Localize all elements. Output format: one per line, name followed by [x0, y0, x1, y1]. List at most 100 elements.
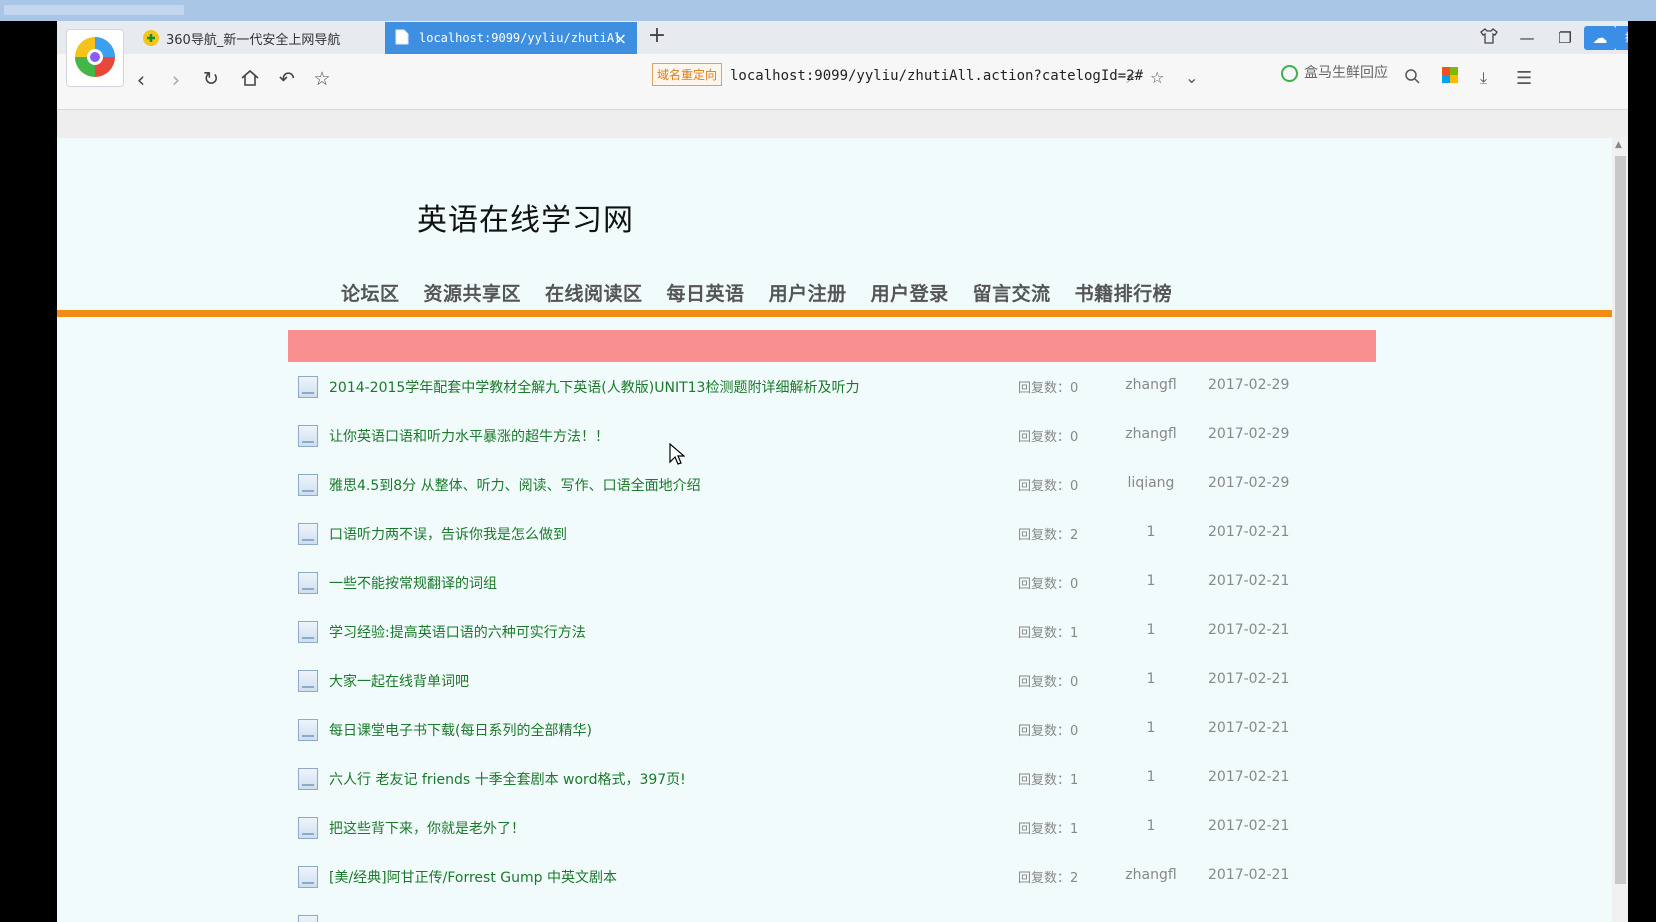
topic-title-link[interactable]: 大家一起在线背单词吧 — [329, 671, 469, 691]
tab-localhost[interactable]: localhost:9099/yyliu/zhutiAl × — [385, 22, 637, 54]
tab-bar: 360导航_新一代安全上网导航 × localhost:9099/yyliu/z… — [57, 21, 1628, 54]
window-controls: — ❐ ☁ 拖拽 — [1470, 21, 1628, 54]
topic-date: 2017-02-29 — [1208, 475, 1290, 491]
topic-date: 2017-02-21 — [1208, 720, 1290, 736]
browser-window: 360导航_新一代安全上网导航 × localhost:9099/yyliu/z… — [57, 21, 1628, 922]
cloud-sync-icon[interactable]: ☁ — [1584, 25, 1616, 50]
url-input[interactable] — [728, 62, 1292, 90]
topic-title-link[interactable]: 雅思4.5到8分 从整体、听力、阅读、写作、口语全面地介绍 — [329, 475, 701, 495]
bookmark-star-icon[interactable]: ☆ — [1150, 68, 1164, 87]
topic-row: 口语听力两不误，告诉你我是怎么做到 回复数：2 1 2017-02-21 — [288, 509, 1376, 558]
main-nav: 论坛区 资源共享区 在线阅读区 每日英语 用户注册 用户登录 留言交流 书籍排行… — [341, 279, 1196, 306]
url-box: 域名重定向 — [352, 57, 1292, 91]
topic-author: 1 — [1146, 573, 1156, 589]
menu-icon[interactable]: ☰ — [1516, 68, 1532, 89]
topic-row: 大家一起在线背单词吧 回复数：0 1 2017-02-21 — [288, 656, 1376, 705]
topic-title-link[interactable]: 学习经验:提高英语口语的六种可实行方法 — [329, 622, 586, 642]
topic-author: zhangfl — [1125, 377, 1177, 393]
page-content: 英语在线学习网 论坛区 资源共享区 在线阅读区 每日英语 用户注册 用户登录 留… — [57, 138, 1612, 922]
desktop-left-edge — [0, 21, 57, 922]
page-favicon-icon — [395, 29, 413, 47]
topic-author: 1 — [1146, 720, 1156, 736]
topic-row: [美/经典]阿甘正传/Forrest Gump 中英文剧本 回复数：2 zhangf… — [288, 852, 1376, 901]
reply-count: 回复数：2 — [1018, 528, 1079, 543]
undo-close-icon[interactable]: ↶ — [274, 68, 300, 90]
download-icon[interactable]: ⤓ — [1480, 68, 1487, 88]
lightning-icon[interactable]: ⚡ — [1125, 68, 1136, 87]
home-icon[interactable] — [237, 68, 263, 93]
nav-forum[interactable]: 论坛区 — [341, 279, 400, 306]
document-icon — [298, 719, 318, 741]
redirect-badge[interactable]: 域名重定向 — [652, 63, 723, 86]
topic-title-link[interactable]: [美/经典]阿甘正传/Forrest Gump 中英文剧本 — [329, 867, 617, 887]
document-icon — [298, 474, 318, 496]
topic-title-link[interactable]: 每日课堂电子书下载(每日系列的全部精华) — [329, 720, 592, 740]
minimize-icon[interactable]: — — [1508, 29, 1546, 47]
topic-author: 1 — [1146, 818, 1156, 834]
reply-count: 回复数：0 — [1018, 675, 1079, 690]
topic-row: 雅思4.5到8分 从整体、听力、阅读、写作、口语全面地介绍 回复数：0 liqian… — [288, 460, 1376, 509]
desktop-right-edge — [1628, 54, 1656, 922]
reload-icon[interactable]: ↻ — [198, 68, 224, 90]
page-scrollbar[interactable]: ▲ — [1612, 138, 1628, 922]
topic-title-link[interactable]: 把这些背下来，你就是老外了！ — [329, 818, 525, 838]
host-title-blur — [4, 5, 184, 15]
topic-title-link[interactable]: 六人行 老友记 friends 十季全套剧本 word格式，397页! — [329, 769, 686, 789]
scrollbar-thumb[interactable] — [1615, 156, 1626, 884]
reply-count: 回复数：1 — [1018, 822, 1079, 837]
reply-count: 回复数：1 — [1018, 773, 1079, 788]
shirt-skin-icon[interactable] — [1470, 27, 1508, 48]
topic-row: 学习经验:提高英语口语的六种可实行方法 回复数：1 1 2017-02-21 — [288, 607, 1376, 656]
search-engine-icon — [1281, 64, 1298, 82]
document-icon — [298, 621, 318, 643]
search-placeholder: 盒马生鲜回应 — [1304, 65, 1388, 81]
topic-title-link[interactable]: 一些不能按常规翻译的词组 — [329, 573, 497, 593]
reply-count: 回复数：0 — [1018, 479, 1079, 494]
topic-title-link[interactable]: 口语听力两不误，告诉你我是怎么做到 — [329, 524, 567, 544]
reply-count: 回复数：0 — [1018, 430, 1079, 445]
bookmark-bar — [57, 110, 1628, 139]
nav-resource-sharing[interactable]: 资源共享区 — [424, 279, 522, 306]
topic-author: liqiang — [1127, 475, 1175, 491]
restore-icon[interactable]: ❐ — [1546, 29, 1584, 47]
tab-title: 360导航_新一代安全上网导航 — [166, 32, 341, 48]
360-browser-logo[interactable] — [66, 29, 124, 87]
topic-row: 一些不能按常规翻译的词组 回复数：0 1 2017-02-21 — [288, 558, 1376, 607]
site-title: 英语在线学习网 — [417, 203, 634, 238]
topic-date: 2017-02-21 — [1208, 622, 1290, 638]
document-icon — [298, 425, 318, 447]
360-favicon-icon — [142, 29, 160, 47]
topic-date: 2017-02-21 — [1208, 524, 1290, 540]
side-panel-tab[interactable]: 拖拽 — [1616, 25, 1628, 50]
topic-row: 六人行 老友记 friends 十季全套剧本 word格式，397页! 回复数：1… — [288, 754, 1376, 803]
reply-count: 回复数：0 — [1018, 724, 1079, 739]
nav-message-board[interactable]: 留言交流 — [973, 279, 1051, 306]
topic-title-link[interactable]: 让你英语口语和听力水平暴涨的超牛方法！！ — [329, 426, 609, 446]
topic-date: 2017-02-21 — [1208, 769, 1290, 785]
address-toolbar: ‹ › ↻ ↶ ☆ 域名重定向 ⚡ ☆ ⌄ 盒马生鲜回应 ⤓ ☰ — [57, 54, 1628, 110]
list-header-bar — [288, 330, 1376, 362]
close-tab-icon[interactable]: × — [614, 29, 627, 48]
document-icon — [298, 376, 318, 398]
scroll-up-icon[interactable]: ▲ — [1615, 140, 1622, 150]
topic-author: 1 — [1146, 622, 1156, 638]
nav-register[interactable]: 用户注册 — [769, 279, 847, 306]
new-tab-button[interactable]: + — [643, 23, 671, 48]
topic-date: 2017-02-21 — [1208, 818, 1290, 834]
chevron-down-icon[interactable]: ⌄ — [1185, 68, 1198, 87]
topic-author: 1 — [1146, 524, 1156, 540]
nav-online-reading[interactable]: 在线阅读区 — [545, 279, 643, 306]
mouse-cursor-icon — [669, 443, 685, 465]
topic-title-link[interactable]: 2014-2015学年配套中学教材全解九下英语(人教版)UNIT13检测题附详细… — [329, 377, 859, 397]
nav-daily-english[interactable]: 每日英语 — [667, 279, 745, 306]
apps-grid-icon[interactable] — [1442, 67, 1458, 83]
favorites-star-icon[interactable]: ☆ — [309, 68, 335, 90]
back-icon[interactable]: ‹ — [128, 68, 154, 92]
topic-date: 2017-02-21 — [1208, 671, 1290, 687]
forward-icon[interactable]: › — [163, 68, 189, 92]
search-icon[interactable] — [1404, 68, 1420, 88]
reply-count: 回复数：0 — [1018, 381, 1079, 396]
topic-list: 2014-2015学年配套中学教材全解九下英语(人教版)UNIT13检测题附详细… — [288, 362, 1376, 922]
nav-book-ranking[interactable]: 书籍排行榜 — [1075, 279, 1173, 306]
nav-login[interactable]: 用户登录 — [871, 279, 949, 306]
